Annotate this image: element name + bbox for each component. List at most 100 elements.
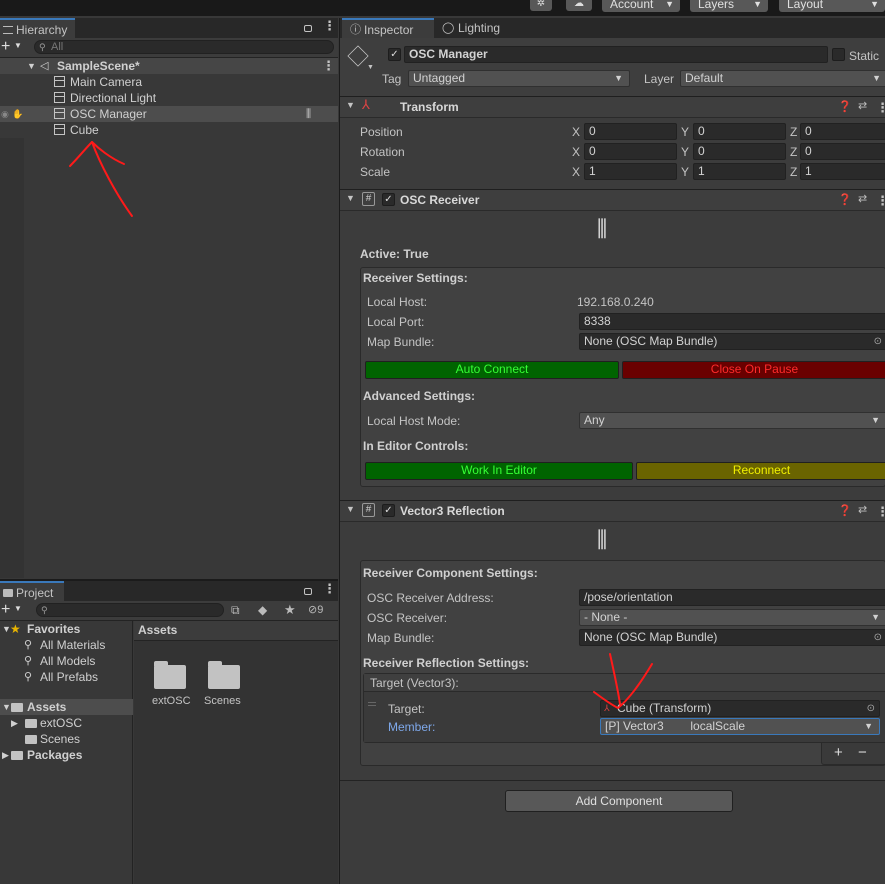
object-picker-icon[interactable]: ⊙	[874, 630, 882, 645]
position-x-input[interactable]: 0	[584, 123, 677, 140]
hidden-packages-icon[interactable]: ⊘9	[308, 603, 323, 616]
folder-icon	[208, 661, 240, 689]
scene-menu-kebab-icon[interactable]: ⋮	[322, 59, 335, 72]
map-bundle-object-field[interactable]: None (OSC Map Bundle) ⊙	[579, 333, 885, 350]
tag-dropdown[interactable]: Untagged ▼	[408, 70, 630, 87]
tab-inspector[interactable]: ⓘ Inspector	[342, 18, 434, 38]
tree-row-directional-light[interactable]: Directional Light	[0, 90, 338, 106]
expand-arrow-icon[interactable]: ▼	[27, 58, 36, 74]
account-dropdown[interactable]: Account ▼	[602, 0, 680, 12]
tree-row-favorites[interactable]: ▼ ★ Favorites	[0, 621, 133, 637]
filter-type-icon[interactable]: ⧉	[231, 603, 240, 618]
help-icon[interactable]: ❓	[838, 504, 852, 517]
pickable-hand-icon[interactable]: ✋	[12, 106, 23, 122]
osc-receiver-dropdown[interactable]: - None - ▼	[579, 609, 885, 626]
help-icon[interactable]: ❓	[838, 193, 852, 206]
transform-header[interactable]: ▼ ⅄ Transform ❓ ⇄ ⋮	[340, 96, 885, 118]
tab-project[interactable]: Project	[0, 581, 64, 601]
add-component-button[interactable]: Add Component	[505, 790, 733, 812]
enabled-checkbox[interactable]: ✓	[382, 193, 395, 206]
project-search-input[interactable]: ⚲	[36, 603, 224, 617]
member-dropdown[interactable]: [P] Vector3 localScale ▼	[600, 718, 880, 735]
tree-row-all-models[interactable]: ⚲ All Models	[0, 653, 133, 669]
presets-icon[interactable]: ⇄	[858, 99, 867, 112]
extosc-logo-icon: ⫼	[306, 108, 312, 120]
scale-x-input[interactable]: 1	[584, 163, 677, 180]
component-menu-kebab-icon[interactable]: ⋮	[876, 194, 885, 207]
label-tag-icon[interactable]: ◆	[258, 603, 267, 617]
add-icon[interactable]: +	[1, 38, 10, 56]
chevron-down-icon[interactable]: ▼	[14, 604, 22, 613]
presets-icon[interactable]: ⇄	[858, 503, 867, 516]
object-picker-icon[interactable]: ⊙	[874, 334, 882, 349]
auto-connect-button[interactable]: Auto Connect	[365, 361, 619, 379]
layout-dropdown[interactable]: Layout ▼	[779, 0, 885, 12]
tree-row-all-materials[interactable]: ⚲ All Materials	[0, 637, 133, 653]
gameobject-icon[interactable]	[347, 45, 369, 67]
scale-z-input[interactable]: 1	[800, 163, 885, 180]
lock-icon[interactable]	[304, 588, 312, 595]
visibility-eye-icon[interactable]: ◉	[1, 106, 9, 122]
vector3-reflection-header[interactable]: ▼ # ✓ Vector3 Reflection ❓ ⇄ ⋮	[340, 500, 885, 522]
top-toolbar: ✲ ☁ Account ▼ Layers ▼ Layout ▼	[0, 0, 885, 16]
foldout-arrow-icon[interactable]: ▼	[346, 193, 355, 203]
cloud-icon[interactable]: ☁	[566, 0, 592, 11]
rotation-x-input[interactable]: 0	[584, 143, 677, 160]
tree-row-scenes[interactable]: Scenes	[0, 731, 133, 747]
tree-row-extosc[interactable]: ▶ extOSC	[0, 715, 133, 731]
asset-folder-scenes[interactable]: Scenes	[200, 661, 248, 711]
reconnect-button[interactable]: Reconnect	[636, 462, 885, 480]
tree-row-packages[interactable]: ▶ Packages	[0, 747, 133, 763]
object-picker-icon[interactable]: ⊙	[867, 701, 875, 716]
drag-handle-icon[interactable]	[368, 702, 376, 706]
osc-receiver-header[interactable]: ▼ # ✓ OSC Receiver ❓ ⇄ ⋮	[340, 189, 885, 211]
asset-folder-extosc[interactable]: extOSC	[146, 661, 194, 711]
expand-arrow-icon[interactable]: ▶	[2, 747, 9, 763]
tab-hierarchy[interactable]: Hierarchy	[0, 18, 75, 38]
scale-y-input[interactable]: 1	[693, 163, 786, 180]
active-checkbox[interactable]: ✓	[388, 48, 401, 61]
script-hash-icon: #	[362, 503, 375, 517]
tree-row-assets[interactable]: ▼ Assets	[0, 699, 133, 715]
favorite-star-icon[interactable]: ★	[284, 602, 296, 618]
add-element-button[interactable]: +	[834, 744, 843, 761]
tree-row-main-camera[interactable]: Main Camera	[0, 74, 338, 90]
local-port-input[interactable]: 8338	[579, 313, 885, 330]
tree-row-all-prefabs[interactable]: ⚲ All Prefabs	[0, 669, 133, 685]
position-y-input[interactable]: 0	[693, 123, 786, 140]
lock-icon[interactable]	[304, 25, 312, 32]
layers-dropdown[interactable]: Layers ▼	[690, 0, 768, 12]
tree-row-osc-manager[interactable]: ◉ ✋ OSC Manager ⫼	[0, 106, 338, 122]
expand-arrow-icon[interactable]: ▶	[11, 715, 18, 731]
chevron-down-icon[interactable]: ▼	[14, 41, 22, 50]
menu-kebab-icon[interactable]: ⋮	[323, 19, 336, 32]
component-menu-kebab-icon[interactable]: ⋮	[876, 505, 885, 518]
help-icon[interactable]: ❓	[838, 100, 852, 113]
object-name-input[interactable]: OSC Manager	[404, 46, 828, 63]
static-checkbox[interactable]	[832, 48, 845, 61]
expand-arrow-icon[interactable]: ▼	[2, 699, 11, 715]
address-input[interactable]: /pose/orientation	[579, 589, 885, 606]
map-bundle-object-field[interactable]: None (OSC Map Bundle) ⊙	[579, 629, 885, 646]
tree-row-cube[interactable]: Cube	[0, 122, 338, 138]
work-in-editor-button[interactable]: Work In Editor	[365, 462, 633, 480]
foldout-arrow-icon[interactable]: ▼	[346, 100, 355, 110]
close-on-pause-button[interactable]: Close On Pause	[622, 361, 885, 379]
rotation-y-input[interactable]: 0	[693, 143, 786, 160]
remove-element-button[interactable]: −	[858, 744, 867, 761]
tree-row-scene[interactable]: ▼ ◁ SampleScene* ⋮	[0, 58, 338, 74]
position-z-input[interactable]: 0	[800, 123, 885, 140]
foldout-arrow-icon[interactable]: ▼	[346, 504, 355, 514]
hierarchy-search-input[interactable]: ⚲ All	[34, 40, 334, 54]
menu-kebab-icon[interactable]: ⋮	[323, 582, 336, 595]
layer-dropdown[interactable]: Default ▼	[680, 70, 885, 87]
enabled-checkbox[interactable]: ✓	[382, 504, 395, 517]
presets-icon[interactable]: ⇄	[858, 192, 867, 205]
rotation-z-input[interactable]: 0	[800, 143, 885, 160]
host-mode-dropdown[interactable]: Any ▼	[579, 412, 885, 429]
tab-lighting[interactable]: ◯ Lighting	[436, 18, 516, 38]
collab-icon[interactable]: ✲	[530, 0, 552, 11]
add-icon[interactable]: +	[1, 601, 10, 619]
breadcrumb-assets[interactable]: Assets	[138, 623, 177, 637]
component-menu-kebab-icon[interactable]: ⋮	[876, 101, 885, 114]
